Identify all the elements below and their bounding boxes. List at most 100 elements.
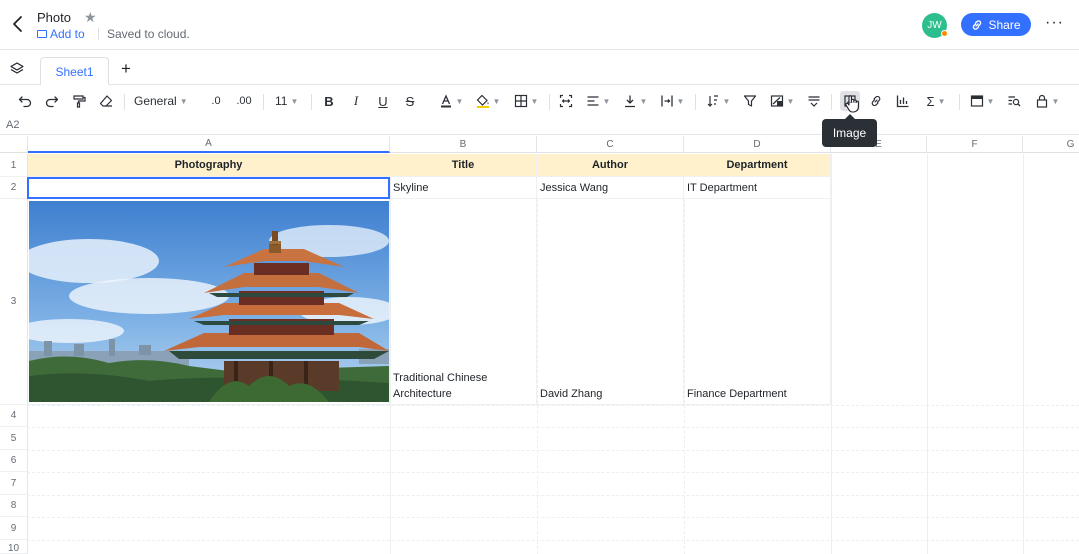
row-header-4[interactable]: 4 <box>0 405 27 427</box>
increase-decimal-label: .00 <box>236 95 252 107</box>
header-divider <box>98 28 99 40</box>
row-header-7[interactable]: 7 <box>0 472 27 495</box>
format-painter-icon[interactable] <box>71 91 87 111</box>
row-header-9[interactable]: 9 <box>0 517 27 540</box>
row-header-2[interactable]: 2 <box>0 177 27 199</box>
decrease-decimal-button[interactable]: .0 <box>207 91 225 111</box>
increase-decimal-button[interactable]: .00 <box>234 91 254 111</box>
chevron-down-icon: ▼ <box>290 96 299 106</box>
row-header-10[interactable]: 10 <box>0 540 27 554</box>
row-header-8[interactable]: 8 <box>0 495 27 517</box>
undo-icon[interactable] <box>17 91 33 111</box>
horizontal-align-icon[interactable]: ▼ <box>585 91 611 111</box>
freeze-icon[interactable] <box>806 91 822 111</box>
cell-a1[interactable]: Photography <box>28 154 390 177</box>
add-to-button[interactable]: Add to <box>37 27 85 41</box>
cell-reference[interactable]: A2 <box>6 119 19 131</box>
italic-icon[interactable]: I <box>348 91 364 111</box>
toolbar-divider <box>124 94 125 110</box>
tab-sheet1[interactable]: Sheet1 <box>40 57 109 85</box>
insert-link-icon[interactable] <box>868 91 884 111</box>
image-tooltip: Image <box>822 114 877 147</box>
avatar-status-dot <box>941 30 948 37</box>
pagoda-photo[interactable] <box>29 201 389 402</box>
toolbar-divider <box>695 94 696 110</box>
row-header-3[interactable]: 3 <box>0 199 27 405</box>
gridline <box>27 427 1079 428</box>
clear-format-icon[interactable] <box>98 91 114 111</box>
gridline <box>1023 154 1024 554</box>
sheet-tabs-bar: Sheet1 + <box>0 51 1079 85</box>
row-header-1[interactable]: 1 <box>0 154 27 177</box>
more-icon[interactable]: ··· <box>1045 14 1064 32</box>
back-arrow-icon[interactable] <box>10 14 26 34</box>
font-color-icon[interactable]: ▼ <box>438 91 464 111</box>
chevron-down-icon: ▼ <box>676 96 685 106</box>
share-label: Share <box>988 17 1021 32</box>
star-icon[interactable]: ★ <box>84 9 97 26</box>
add-to-label: Add to <box>50 27 85 41</box>
column-header-f[interactable]: F <box>927 136 1023 153</box>
gridline <box>27 472 1079 473</box>
layers-icon[interactable] <box>10 62 24 76</box>
cell-c1[interactable]: Author <box>537 154 684 177</box>
strikethrough-icon[interactable]: S <box>402 91 418 111</box>
column-header-d[interactable]: D <box>684 136 831 153</box>
chevron-down-icon: ▼ <box>1051 96 1060 106</box>
text-wrap-icon[interactable]: ▼ <box>659 91 685 111</box>
gridline <box>27 405 1079 406</box>
share-button[interactable]: Share <box>961 13 1031 36</box>
filter-icon[interactable] <box>742 91 758 111</box>
chevron-down-icon: ▼ <box>530 96 539 106</box>
hand-cursor-icon <box>845 95 859 113</box>
number-format-select[interactable]: General ▼ <box>134 91 198 111</box>
fill-color-icon[interactable]: ▼ <box>475 91 501 111</box>
doc-header: Photo ★ Add to Saved to cloud. JW Share … <box>0 0 1079 50</box>
cell-d2[interactable]: IT Department <box>684 177 831 199</box>
column-header-g[interactable]: G <box>1023 136 1079 153</box>
cell-b2[interactable]: Skyline <box>390 177 537 199</box>
chevron-down-icon: ▼ <box>179 96 188 106</box>
font-size-select[interactable]: 11 ▼ <box>275 91 303 111</box>
cell-d1[interactable]: Department <box>684 154 831 177</box>
borders-icon[interactable]: ▼ <box>512 91 540 111</box>
add-sheet-button[interactable]: + <box>121 59 131 79</box>
underline-icon[interactable]: U <box>375 91 391 111</box>
column-header-a[interactable]: A <box>28 136 390 153</box>
find-replace-icon[interactable] <box>1006 91 1022 111</box>
gridline <box>831 154 832 554</box>
vertical-align-icon[interactable]: ▼ <box>622 91 648 111</box>
sum-icon[interactable]: Σ ▼ <box>922 91 950 111</box>
doc-title[interactable]: Photo <box>37 10 71 25</box>
toolbar-divider <box>263 94 264 110</box>
gridline <box>27 540 1079 541</box>
bold-icon[interactable]: B <box>321 91 337 111</box>
toolbar-divider <box>831 94 832 110</box>
row-header-5[interactable]: 5 <box>0 427 27 450</box>
column-header-b[interactable]: B <box>390 136 537 153</box>
chevron-down-icon: ▼ <box>639 96 648 106</box>
toolbar-divider <box>549 94 550 110</box>
cell-d3[interactable]: Finance Department <box>684 199 831 405</box>
lock-icon[interactable]: ▼ <box>1033 91 1061 111</box>
row-header-6[interactable]: 6 <box>0 450 27 472</box>
cell-b3[interactable]: Traditional Chinese Architecture <box>390 199 537 405</box>
cell-c3[interactable]: David Zhang <box>537 199 684 405</box>
formula-bar: A2 <box>0 117 1079 135</box>
merge-cells-icon[interactable] <box>558 91 574 111</box>
chevron-down-icon: ▼ <box>937 96 946 106</box>
sort-icon[interactable]: ▼ <box>704 91 732 111</box>
column-header-c[interactable]: C <box>537 136 684 153</box>
redo-icon[interactable] <box>44 91 60 111</box>
link-icon <box>973 19 982 30</box>
cell-b1[interactable]: Title <box>390 154 537 177</box>
chevron-down-icon: ▼ <box>722 96 731 106</box>
toolbar-divider <box>311 94 312 110</box>
cell-c2[interactable]: Jessica Wang <box>537 177 684 199</box>
conditional-format-icon[interactable]: ▼ <box>768 91 796 111</box>
insert-chart-icon[interactable] <box>895 91 911 111</box>
toolbar-divider <box>959 94 960 110</box>
chevron-down-icon: ▼ <box>492 96 501 106</box>
select-all-corner[interactable] <box>0 136 28 153</box>
table-style-icon[interactable]: ▼ <box>969 91 995 111</box>
